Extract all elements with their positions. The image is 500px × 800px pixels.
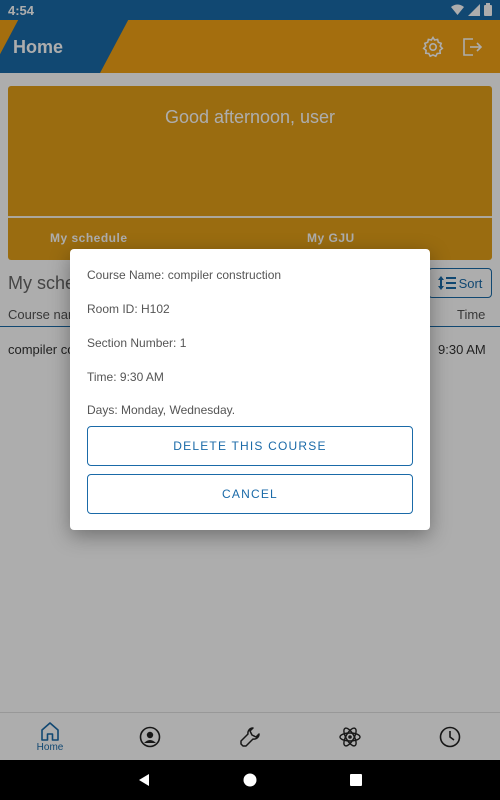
section-number-text: Section Number: 1 <box>87 336 187 350</box>
delete-course-button[interactable]: DELETE THIS COURSE <box>87 426 413 466</box>
course-time-text: Time: 9:30 AM <box>87 370 164 384</box>
recents-icon[interactable] <box>348 772 364 788</box>
course-days-text: Days: Monday, Wednesday. <box>87 403 236 417</box>
room-id-text: Room ID: H102 <box>87 302 170 316</box>
back-icon[interactable] <box>136 772 152 788</box>
cancel-button[interactable]: CANCEL <box>87 474 413 514</box>
course-name-text: Course Name: compiler construction <box>87 268 282 282</box>
system-navigation-bar <box>0 760 500 800</box>
home-button-icon[interactable] <box>242 772 258 788</box>
course-details-dialog: Course Name: compiler construction Room … <box>70 249 430 530</box>
